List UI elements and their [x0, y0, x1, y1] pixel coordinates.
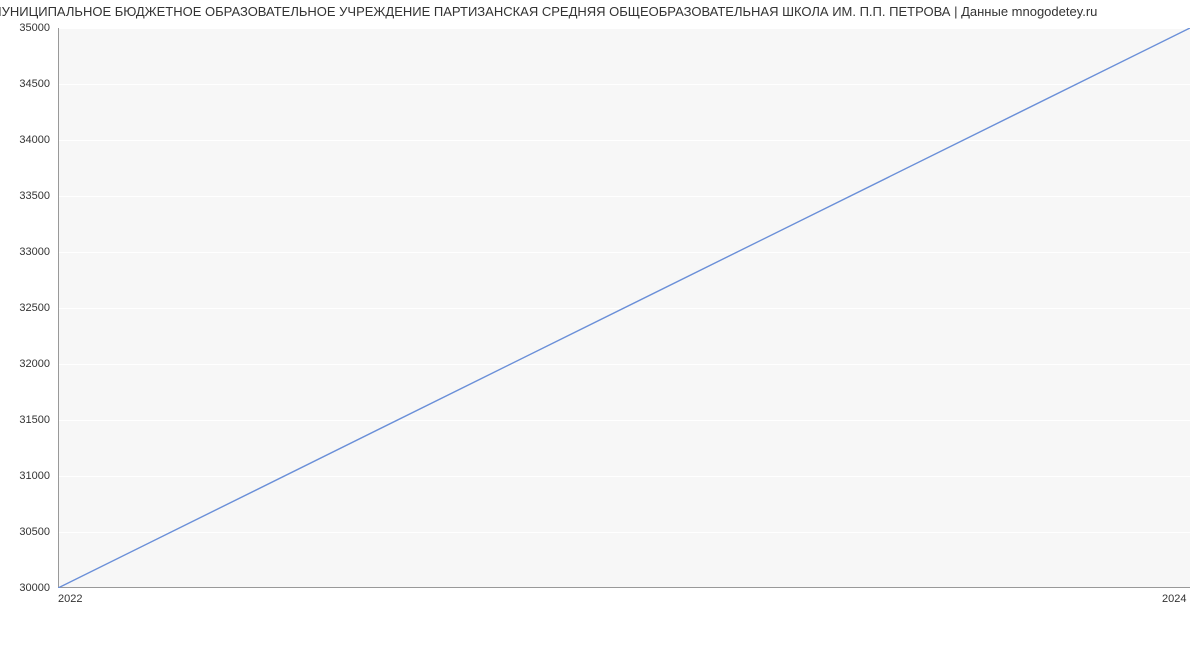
chart-title: ЗАРПЛАТА В МУНИЦИПАЛЬНОЕ БЮДЖЕТНОЕ ОБРАЗ… — [0, 0, 1097, 19]
y-tick-label: 30000 — [0, 582, 50, 594]
x-tick-label: 2024 — [1162, 593, 1186, 605]
y-tick-label: 35000 — [0, 22, 50, 34]
y-tick-label: 33000 — [0, 246, 50, 258]
gridline — [58, 588, 1190, 589]
y-tick-label: 32000 — [0, 358, 50, 370]
data-line — [58, 28, 1190, 588]
y-tick-label: 32500 — [0, 302, 50, 314]
y-tick-label: 31500 — [0, 414, 50, 426]
y-tick-label: 34000 — [0, 134, 50, 146]
y-tick-label: 34500 — [0, 78, 50, 90]
y-tick-label: 31000 — [0, 470, 50, 482]
x-tick-label: 2022 — [58, 593, 82, 605]
chart-plot-area: 3000030500310003150032000325003300033500… — [58, 28, 1190, 588]
y-tick-label: 30500 — [0, 526, 50, 538]
y-tick-label: 33500 — [0, 190, 50, 202]
